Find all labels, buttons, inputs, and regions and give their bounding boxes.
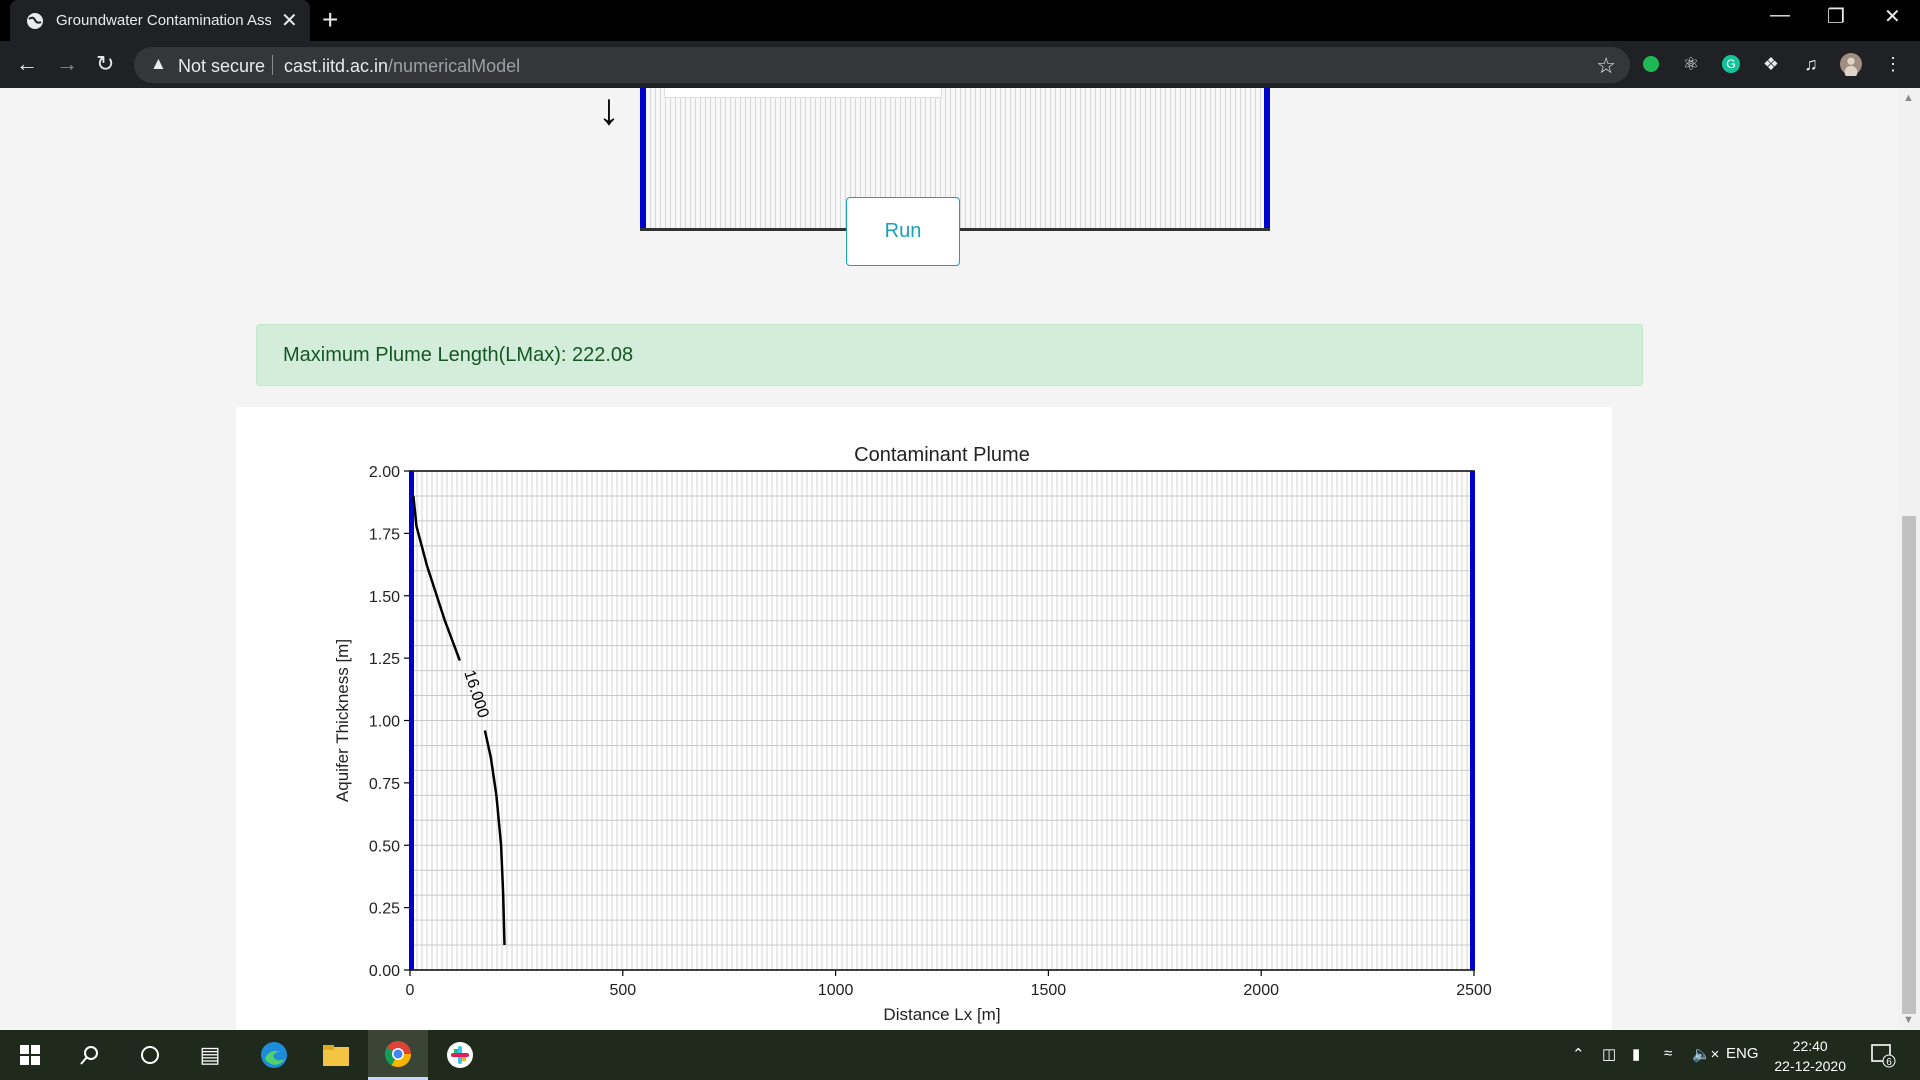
media-control-icon[interactable]: ♫ <box>1800 53 1822 75</box>
restore-icon[interactable]: ❐ <box>1827 4 1845 29</box>
task-view-icon[interactable]: ▤ <box>180 1030 240 1080</box>
slack-icon[interactable] <box>430 1030 490 1080</box>
chrome-icon[interactable] <box>368 1030 428 1080</box>
plot-card: 16.000 0 500 1000 1500 2000 2500 0.00 0.25 0.50… <box>236 407 1612 1030</box>
battery-icon[interactable]: ▮ <box>1632 1045 1640 1063</box>
clock-date: 22-12-2020 <box>1774 1058 1846 1074</box>
scroll-thumb[interactable] <box>1902 516 1916 1014</box>
y-tick-label: 1.75 <box>369 526 400 543</box>
wifi-icon[interactable]: ≈ <box>1664 1045 1672 1062</box>
close-window-icon[interactable]: ✕ <box>1884 4 1901 29</box>
bookmark-star-icon[interactable]: ☆ <box>1596 53 1616 79</box>
windows-start-icon[interactable] <box>0 1030 60 1080</box>
y-tick-label: 0.50 <box>369 838 400 855</box>
tab-title: Groundwater Contamination Ass <box>56 12 271 29</box>
chart-title: Contaminant Plume <box>854 444 1030 466</box>
clock-time: 22:40 <box>1792 1038 1828 1054</box>
page-scrollbar[interactable]: ▲ ▼ <box>1898 88 1920 1030</box>
arrow-down-icon: ↓ <box>598 88 620 134</box>
browser-toolbar: ← → ↻ ▲ Not secure cast.iitd.ac.in/numer… <box>0 41 1920 88</box>
warning-icon: ▲ <box>150 54 167 73</box>
x-axis-ticks: 0 500 1000 1500 2000 2500 <box>406 970 1492 999</box>
page-content: ↓ Run Maximum Plume Length(LMax): 222.08… <box>0 88 1898 1030</box>
browser-tab-strip: Groundwater Contamination Ass ✕ + — ❐ ✕ <box>0 0 1920 41</box>
volume-muted-icon[interactable]: 🔈× <box>1692 1045 1719 1063</box>
language-indicator[interactable]: ENG <box>1726 1045 1759 1062</box>
new-tab-button[interactable]: + <box>322 6 338 34</box>
search-icon[interactable] <box>60 1030 120 1080</box>
extensions-puzzle-icon[interactable]: ❖ <box>1760 53 1782 75</box>
right-boundary <box>1264 88 1270 228</box>
notification-count: 6 <box>1886 1057 1892 1068</box>
grid-input-box <box>664 88 942 98</box>
x-tick-label: 2000 <box>1243 982 1279 999</box>
device-icon[interactable]: ◫ <box>1602 1045 1616 1063</box>
url-host: cast.iitd.ac.in <box>284 56 389 76</box>
run-button[interactable]: Run <box>846 197 960 266</box>
address-bar[interactable]: ▲ Not secure cast.iitd.ac.in/numericalMo… <box>134 47 1630 83</box>
result-alert: Maximum Plume Length(LMax): 222.08 <box>256 324 1643 386</box>
address-separator <box>272 55 273 75</box>
x-tick-label: 2500 <box>1456 982 1492 999</box>
not-secure-label[interactable]: Not secure <box>178 56 265 77</box>
edge-browser-icon[interactable] <box>244 1030 304 1080</box>
scroll-down-icon[interactable]: ▼ <box>1903 1014 1914 1026</box>
y-tick-label: 2.00 <box>369 464 400 481</box>
green-dot-extension-icon[interactable] <box>1640 53 1662 75</box>
contaminant-plume-chart: 16.000 0 500 1000 1500 2000 2500 0.000.250.50… <box>333 444 1492 1024</box>
url-path: /numericalModel <box>388 56 521 76</box>
y-axis-ticks: 0.00 0.25 0.50 0.75 1.00 1.25 1.50 1.75 2.00 <box>369 464 410 980</box>
y-tick-label: 0.75 <box>369 776 400 793</box>
close-tab-icon[interactable]: ✕ <box>281 8 298 33</box>
y-tick-label: 1.50 <box>369 589 400 606</box>
y-tick-label: 0.25 <box>369 901 400 918</box>
globe-icon <box>27 12 43 29</box>
system-clock[interactable]: 22:40 22-12-2020 <box>1774 1036 1846 1076</box>
file-explorer-icon[interactable] <box>306 1030 366 1080</box>
y-tick-label: 1.25 <box>369 651 400 668</box>
profile-avatar[interactable] <box>1840 53 1862 76</box>
x-tick-label: 1500 <box>1031 982 1067 999</box>
browser-tab[interactable]: Groundwater Contamination Ass ✕ <box>10 0 310 41</box>
menu-kebab-icon[interactable]: ⋮ <box>1882 53 1904 75</box>
forward-icon[interactable]: → <box>56 51 78 77</box>
scroll-up-icon[interactable]: ▲ <box>1903 92 1914 104</box>
show-hidden-icons-chevron-icon[interactable]: ⌃ <box>1572 1045 1585 1063</box>
windows-taskbar: ▤ ⌃ ◫ ▮ ≈ 🔈× ENG 22:40 22-12-2020 6 <box>0 1030 1920 1080</box>
grammarly-icon[interactable]: G <box>1720 53 1742 75</box>
y-axis-label: Aquifer Thickness [m] <box>333 639 352 802</box>
y-tick-label: 1.00 <box>369 714 400 731</box>
result-text: Maximum Plume Length(LMax): 222.08 <box>283 343 634 366</box>
back-icon[interactable]: ← <box>16 51 38 77</box>
url-text[interactable]: cast.iitd.ac.in/numericalModel <box>284 56 520 77</box>
minimize-icon[interactable]: — <box>1770 4 1790 27</box>
reload-icon[interactable]: ↻ <box>96 51 114 77</box>
left-boundary <box>640 88 646 228</box>
x-tick-label: 0 <box>406 982 415 999</box>
x-tick-label: 1000 <box>818 982 854 999</box>
notifications-icon[interactable]: 6 <box>1870 1042 1896 1072</box>
x-axis-label: Distance Lx [m] <box>883 1005 1000 1024</box>
cortana-icon[interactable] <box>120 1030 180 1080</box>
svg-text:G: G <box>1726 57 1735 71</box>
y-tick-label: 0.00 <box>369 963 400 980</box>
react-extension-icon[interactable]: ⚛ <box>1680 53 1702 75</box>
x-tick-label: 500 <box>609 982 636 999</box>
right-boundary-line <box>1470 471 1475 970</box>
